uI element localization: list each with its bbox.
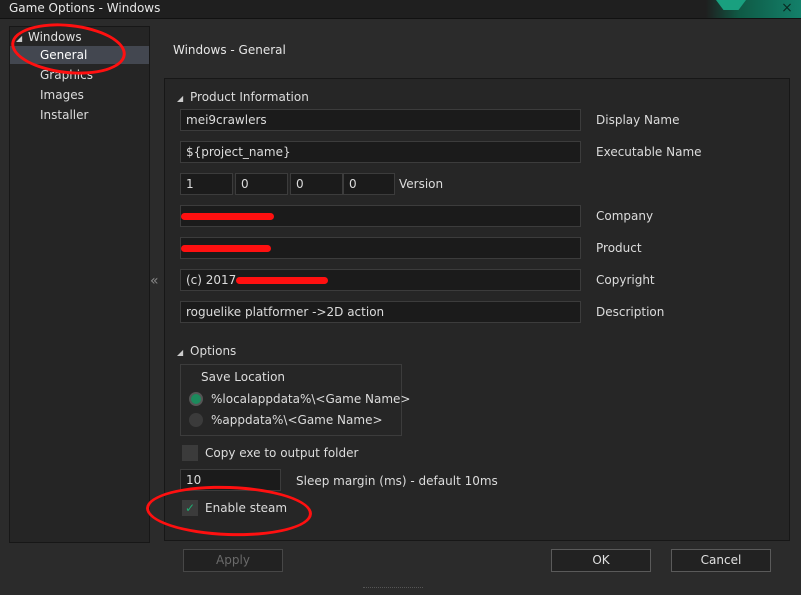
- title-notch: [716, 0, 746, 10]
- executable-name-input[interactable]: ${project_name}: [180, 141, 581, 163]
- copyright-label: Copyright: [596, 273, 655, 287]
- redaction-mark-company: [181, 213, 274, 220]
- redaction-mark-copyright: [236, 277, 328, 284]
- ok-button[interactable]: OK: [551, 549, 651, 572]
- tree-item-images[interactable]: Images: [10, 86, 149, 104]
- options-header[interactable]: ◢ Options: [177, 344, 236, 358]
- version-build-input[interactable]: 0: [290, 173, 343, 195]
- expanded-icon: ◢: [177, 348, 184, 357]
- product-information-label: Product Information: [190, 90, 309, 104]
- cancel-button[interactable]: Cancel: [671, 549, 771, 572]
- expanded-icon: ◢: [177, 94, 184, 103]
- executable-name-label: Executable Name: [596, 145, 702, 159]
- options-tree: ◢ Windows General Graphics Images Install…: [9, 26, 150, 543]
- save-location-label: Save Location: [201, 370, 286, 384]
- window-title: Game Options - Windows: [9, 1, 161, 15]
- radio-localappdata[interactable]: [189, 392, 203, 406]
- radio-appdata-label[interactable]: %appdata%\<Game Name>: [211, 413, 383, 427]
- copy-exe-checkbox[interactable]: [182, 445, 198, 461]
- version-major-input[interactable]: 1: [180, 173, 233, 195]
- description-label: Description: [596, 305, 665, 319]
- close-icon[interactable]: ×: [779, 0, 795, 16]
- display-name-input[interactable]: mei9crawlers: [180, 109, 581, 131]
- version-revision-input[interactable]: 0: [343, 173, 395, 195]
- page-title: Windows - General: [173, 43, 286, 57]
- apply-button[interactable]: Apply: [183, 549, 283, 572]
- radio-appdata[interactable]: [189, 413, 203, 427]
- description-input[interactable]: roguelike platformer ->2D action: [180, 301, 581, 323]
- redaction-mark-product: [181, 245, 271, 252]
- copy-exe-label[interactable]: Copy exe to output folder: [205, 446, 358, 460]
- tree-item-installer[interactable]: Installer: [10, 106, 149, 124]
- title-bar: Game Options - Windows ×: [0, 0, 801, 19]
- radio-localappdata-label[interactable]: %localappdata%\<Game Name>: [211, 392, 410, 406]
- resize-grip[interactable]: [363, 587, 423, 591]
- collapse-panel-icon[interactable]: «: [150, 273, 159, 289]
- options-label: Options: [190, 344, 237, 358]
- company-label: Company: [596, 209, 654, 223]
- version-label: Version: [399, 177, 444, 191]
- version-minor-input[interactable]: 0: [235, 173, 288, 195]
- sleep-margin-label: Sleep margin (ms) - default 10ms: [296, 474, 498, 488]
- product-information-header[interactable]: ◢ Product Information: [177, 90, 309, 104]
- display-name-label: Display Name: [596, 113, 680, 127]
- product-label: Product: [596, 241, 642, 255]
